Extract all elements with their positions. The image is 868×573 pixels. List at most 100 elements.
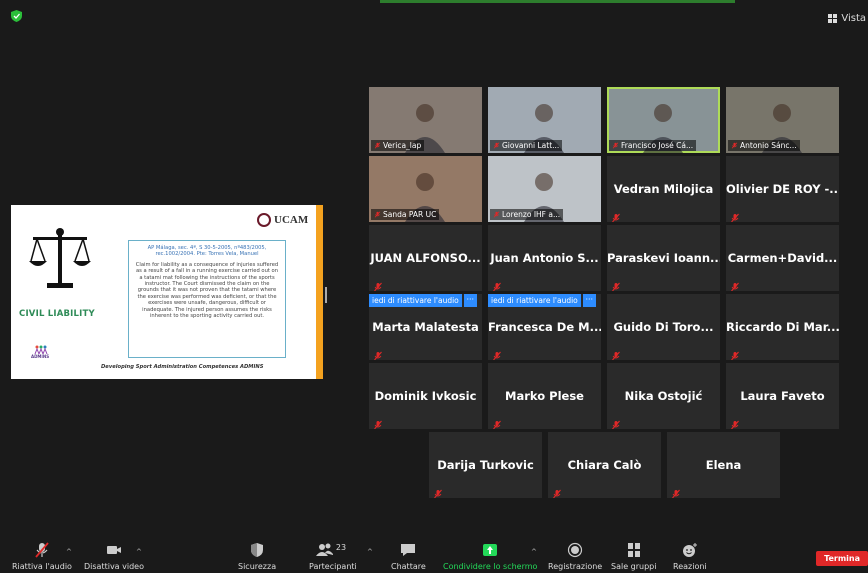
participant-name: Olivier DE ROY -...: [726, 182, 839, 196]
participant-tile[interactable]: Laura Faveto: [726, 363, 839, 429]
participant-name: Marko Plese: [505, 389, 584, 403]
end-meeting-button[interactable]: Termina: [816, 551, 868, 566]
mic-muted-icon: [492, 346, 502, 360]
participant-name: Riccardo Di Mar...: [726, 320, 839, 334]
mic-muted-icon: [730, 415, 740, 429]
unmute-label: Riattiva l'audio: [12, 562, 72, 571]
participant-name: JUAN ALFONSO...: [370, 251, 481, 265]
mic-muted-icon: [493, 211, 500, 218]
shared-screen-slide: UCAM CIVIL LIABILITY AP Málaga, sec. 4ª,…: [11, 205, 323, 379]
share-screen-label: Condividere lo schermo: [443, 562, 538, 571]
view-label: Vista: [841, 13, 866, 24]
stop-video-button[interactable]: Disattiva video: [84, 537, 144, 571]
participant-tile[interactable]: Chiara Calò: [548, 432, 661, 498]
participant-name: Chiara Calò: [567, 458, 642, 472]
more-options-icon[interactable]: ···: [582, 294, 596, 307]
chat-button[interactable]: Chattare: [391, 537, 426, 571]
unmute-request-banner[interactable]: iedi di riattivare l'audio ···: [488, 294, 596, 307]
participant-name-label: Antonio Sánc...: [728, 140, 800, 151]
participant-tile[interactable]: Sanda PAR UC: [369, 156, 482, 222]
mic-muted-icon: [730, 346, 740, 360]
participant-name: Juan Antonio S...: [490, 251, 599, 265]
participant-tile[interactable]: Nika Ostojić: [607, 363, 720, 429]
breakout-rooms-label: Sale gruppi: [611, 562, 657, 571]
participant-name: Darija Turkovic: [437, 458, 534, 472]
participant-name: Verica_lap: [383, 141, 422, 150]
breakout-rooms-button[interactable]: Sale gruppi: [611, 537, 656, 571]
participant-tile[interactable]: Juan Antonio S...: [488, 225, 601, 291]
more-options-icon[interactable]: ···: [463, 294, 477, 307]
meeting-toolbar: Riattiva l'audio ^ Disattiva video ^ Sic…: [0, 537, 868, 573]
panel-resize-handle[interactable]: [325, 287, 327, 303]
unmute-button[interactable]: Riattiva l'audio: [12, 537, 72, 571]
reactions-button[interactable]: Reazioni: [673, 537, 707, 571]
participant-name: Laura Faveto: [740, 389, 825, 403]
mic-muted-icon: [611, 277, 621, 291]
participant-tile[interactable]: Francesca De M... iedi di riattivare l'au…: [488, 294, 601, 360]
participant-name: Antonio Sánc...: [740, 141, 797, 150]
participant-tile[interactable]: Marko Plese: [488, 363, 601, 429]
share-indicator-bar: [380, 0, 735, 3]
participant-tile[interactable]: Darija Turkovic: [429, 432, 542, 498]
encryption-shield-icon[interactable]: [11, 10, 22, 22]
participant-name: Marta Malatesta: [372, 320, 479, 334]
security-button[interactable]: Sicurezza: [238, 537, 276, 571]
participant-tile[interactable]: Elena: [667, 432, 780, 498]
mic-muted-icon: [492, 277, 502, 291]
mic-muted-icon: [671, 484, 681, 498]
record-button[interactable]: Registrazione: [548, 537, 602, 571]
participants-button[interactable]: 23 Partecipanti: [309, 537, 357, 571]
participant-tile[interactable]: Paraskevi Ioann...: [607, 225, 720, 291]
mic-muted-icon: [373, 346, 383, 360]
video-options-chevron-icon[interactable]: ^: [136, 548, 142, 556]
participant-tile[interactable]: Vedran Milojica: [607, 156, 720, 222]
mic-muted-icon: [612, 142, 619, 149]
participant-tile[interactable]: Carmen+David...: [726, 225, 839, 291]
participant-tile[interactable]: Giovanni Latt...: [488, 87, 601, 153]
participant-tile[interactable]: Verica_lap: [369, 87, 482, 153]
mic-muted-icon: [611, 346, 621, 360]
share-screen-icon: [483, 544, 498, 556]
participant-tile[interactable]: Marta Malatesta iedi di riattivare l'audi…: [369, 294, 482, 360]
stop-video-label: Disattiva video: [84, 562, 144, 571]
participant-tile[interactable]: Antonio Sánc...: [726, 87, 839, 153]
slide-footer: Developing Sport Administration Competen…: [101, 364, 264, 370]
participant-tile[interactable]: Lorenzo IHF a...: [488, 156, 601, 222]
participants-icon-group: 23: [315, 542, 350, 558]
mic-muted-icon: [492, 415, 502, 429]
record-icon: [568, 542, 583, 558]
participant-name: Lorenzo IHF a...: [502, 210, 561, 219]
participants-options-chevron-icon[interactable]: ^: [367, 548, 373, 556]
participant-tile[interactable]: Riccardo Di Mar...: [726, 294, 839, 360]
mic-muted-icon: [552, 484, 562, 498]
participant-name-label: Francisco José Cá...: [609, 140, 697, 151]
participant-name-label: Giovanni Latt...: [490, 140, 563, 151]
slide-accent-strip: [316, 205, 323, 379]
unmute-request-banner[interactable]: iedi di riattivare l'audio ···: [369, 294, 477, 307]
share-screen-button[interactable]: Condividere lo schermo: [443, 537, 537, 571]
slide-reference: AP Málaga, sec. 4ª, S 30-5-2005, nº483/2…: [147, 245, 267, 258]
participant-name: Nika Ostojić: [624, 389, 703, 403]
reactions-smiley-icon: [682, 543, 697, 557]
participant-tile[interactable]: JUAN ALFONSO...: [369, 225, 482, 291]
meeting-top-bar: Vista: [0, 0, 868, 38]
microphone-muted-icon: [35, 542, 49, 558]
participant-tile[interactable]: Olivier DE ROY -...: [726, 156, 839, 222]
slide-title: CIVIL LIABILITY: [19, 309, 95, 319]
share-options-chevron-icon[interactable]: ^: [531, 548, 537, 556]
participant-name: Giovanni Latt...: [502, 141, 560, 150]
grid-view-icon: [828, 14, 838, 23]
mic-muted-icon: [611, 208, 621, 222]
slide-body: Claim for liability as a consequence of …: [135, 261, 279, 320]
audio-options-chevron-icon[interactable]: ^: [66, 548, 72, 556]
participant-tile[interactable]: Francisco José Cá...: [607, 87, 720, 153]
mic-muted-icon: [374, 142, 381, 149]
breakout-rooms-icon: [627, 543, 640, 557]
record-label: Registrazione: [548, 562, 603, 571]
mic-muted-icon: [611, 415, 621, 429]
participant-tile[interactable]: Dominik Ivkosic: [369, 363, 482, 429]
view-button[interactable]: Vista: [828, 13, 866, 24]
participant-tile[interactable]: Guido Di Toro...: [607, 294, 720, 360]
participant-name: Sanda PAR UC: [383, 210, 437, 219]
participants-icon: [315, 543, 333, 556]
